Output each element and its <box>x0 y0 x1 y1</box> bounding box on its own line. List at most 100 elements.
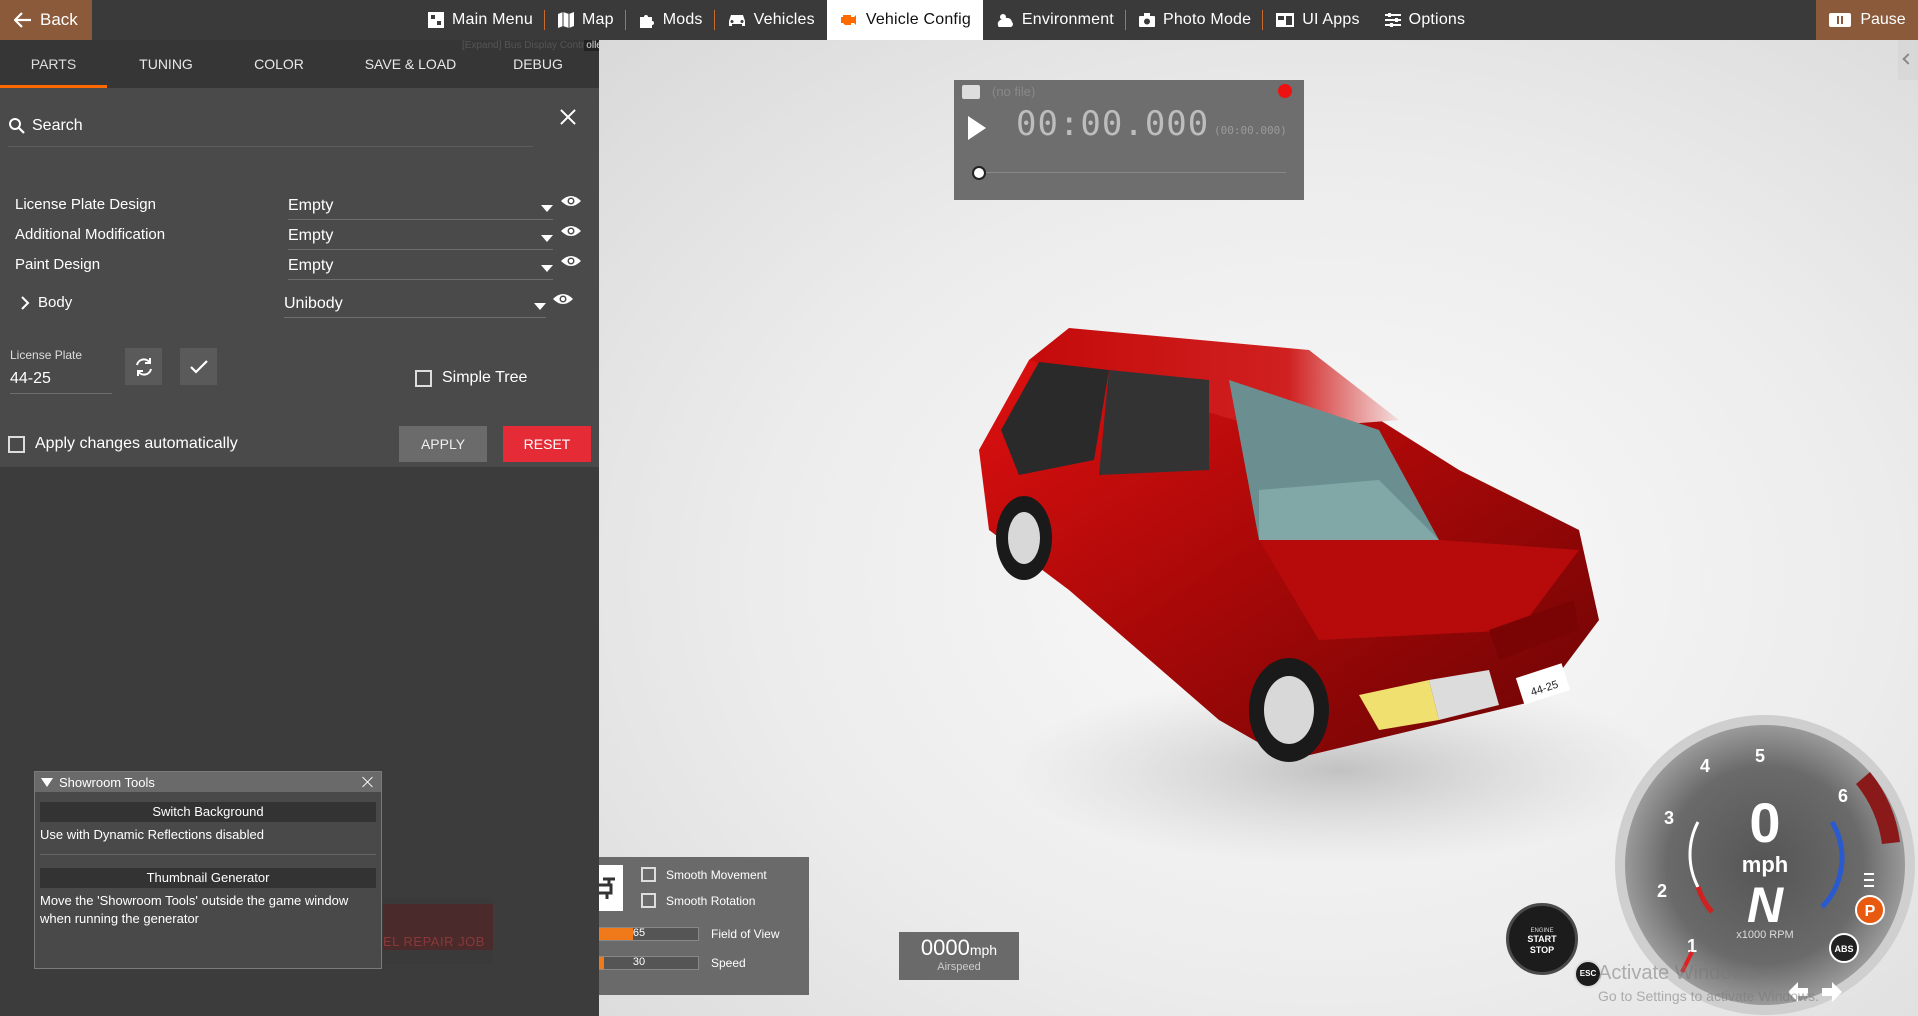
airspeed-widget: 0000mph Airspeed <box>899 932 1019 980</box>
replay-file-name: (no file) <box>992 84 1036 99</box>
tab-label: DEBUG <box>513 56 563 72</box>
tab-label: SAVE & LOAD <box>364 56 457 72</box>
refresh-icon <box>135 357 152 376</box>
car-icon <box>728 15 745 26</box>
tab-label: TUNING <box>139 56 193 72</box>
part-select[interactable]: Empty <box>288 252 553 280</box>
apply-auto-toggle[interactable]: Apply changes automatically <box>8 435 238 453</box>
tab-parts[interactable]: PARTS <box>0 40 107 88</box>
top-navigation-bar: Back Main Menu Map Mods Vehicles Vehicle… <box>0 0 1918 40</box>
nav-label: UI Apps <box>1302 11 1360 28</box>
folder-icon[interactable] <box>962 85 980 99</box>
part-value: Empty <box>288 257 334 274</box>
nav-vehicles[interactable]: Vehicles <box>715 0 827 40</box>
speed-value: 0 <box>1749 791 1780 854</box>
smooth-movement-toggle[interactable]: Smooth Movement <box>641 867 767 882</box>
engine-icon <box>840 15 856 25</box>
nav-label: Vehicles <box>753 11 815 28</box>
part-select[interactable]: Empty <box>288 222 553 250</box>
nav-map[interactable]: Map <box>545 0 626 40</box>
pause-button[interactable]: Pause <box>1816 0 1918 40</box>
simple-tree-checkbox[interactable] <box>415 369 432 387</box>
apply-auto-label: Apply changes automatically <box>35 435 238 452</box>
part-label: Additional Modification <box>15 226 166 243</box>
nav-ui-apps[interactable]: UI Apps <box>1263 0 1371 40</box>
config-tabs: PARTS TUNING COLOR SAVE & LOAD DEBUG [Ex… <box>0 40 608 88</box>
thumbnail-generator-button[interactable]: Thumbnail Generator <box>40 868 376 888</box>
part-row-body: Body Unibody <box>0 288 599 318</box>
nav-photo-mode[interactable]: Photo Mode <box>1126 0 1264 40</box>
confirm-plate-button[interactable] <box>180 348 217 385</box>
switch-background-button[interactable]: Switch Background <box>40 802 376 822</box>
main-nav: Main Menu Map Mods Vehicles Vehicle Conf… <box>415 0 1477 40</box>
close-search-icon[interactable] <box>557 107 579 129</box>
chevron-down-icon <box>541 235 553 242</box>
pause-icon <box>1829 13 1852 27</box>
reset-button[interactable]: RESET <box>503 426 591 462</box>
simple-tree-toggle[interactable]: Simple Tree <box>415 369 527 387</box>
showroom-title-bar[interactable]: Showroom Tools <box>35 772 381 792</box>
pause-label: Pause <box>1860 11 1906 28</box>
play-icon[interactable] <box>968 116 986 140</box>
vehicle-render: 44-25 <box>979 328 1659 865</box>
simple-tree-label: Simple Tree <box>442 369 528 386</box>
nav-vehicle-config[interactable]: Vehicle Config <box>826 0 983 40</box>
part-select[interactable]: Unibody <box>284 290 546 318</box>
camera-drone-icon[interactable] <box>599 865 623 911</box>
gear-indicator: N <box>1747 877 1784 933</box>
randomize-plate-button[interactable] <box>125 348 162 385</box>
airspeed-value: 0000 <box>920 935 970 960</box>
close-icon[interactable] <box>361 775 375 789</box>
smooth-movement-label: Smooth Movement <box>666 867 767 882</box>
part-value: Empty <box>288 197 334 214</box>
record-button[interactable] <box>1278 84 1292 98</box>
nav-mods[interactable]: Mods <box>626 0 715 40</box>
showroom-title: Showroom Tools <box>59 774 155 790</box>
back-button[interactable]: Back <box>0 0 92 40</box>
part-label: Paint Design <box>15 256 101 273</box>
tab-tuning[interactable]: TUNING <box>107 40 225 88</box>
engine-start-stop-button[interactable]: ENGINE START STOP <box>1506 903 1578 975</box>
eye-icon[interactable] <box>560 194 582 208</box>
apply-auto-checkbox[interactable] <box>8 435 25 453</box>
nav-main-menu[interactable]: Main Menu <box>415 0 545 40</box>
collapse-handle[interactable] <box>1898 40 1918 80</box>
speed-unit: mph <box>1742 852 1788 877</box>
eye-icon[interactable] <box>552 292 574 306</box>
start-label: START <box>1527 934 1557 944</box>
camera-settings-widget: Smooth Movement Smooth Rotation 65 Field… <box>599 857 809 995</box>
tick-label: 6 <box>1838 786 1848 806</box>
part-value: Unibody <box>284 295 343 312</box>
thumbnail-generator-hint: Move the 'Showroom Tools' outside the ga… <box>40 893 349 926</box>
replay-scrubber[interactable] <box>976 172 1286 173</box>
windows-activation-subtitle: Go to Settings to activate Windows. <box>1598 988 1819 1004</box>
part-select[interactable]: Empty <box>288 192 553 220</box>
license-plate-input[interactable]: 44-25 <box>10 366 112 394</box>
speed-label: Speed <box>711 956 746 970</box>
apply-button[interactable]: APPLY <box>399 426 487 462</box>
back-label: Back <box>40 10 78 29</box>
nav-label: Vehicle Config <box>865 11 971 28</box>
tab-color[interactable]: COLOR <box>225 40 333 88</box>
fov-slider[interactable]: 65 <box>599 927 699 941</box>
smooth-movement-checkbox[interactable] <box>641 867 656 882</box>
nav-label: Main Menu <box>452 11 533 28</box>
part-label: Body <box>38 294 73 311</box>
chevron-right-icon[interactable] <box>20 296 30 310</box>
nav-environment[interactable]: Environment <box>983 0 1126 40</box>
repair-job-button[interactable]: EL REPAIR JOB <box>383 898 493 964</box>
smooth-rotation-toggle[interactable]: Smooth Rotation <box>641 893 755 908</box>
part-label: License Plate Design <box>15 196 156 213</box>
nav-options[interactable]: Options <box>1372 0 1478 40</box>
tick-label: 2 <box>1657 881 1667 901</box>
search-input[interactable]: Search <box>8 105 533 147</box>
speed-slider[interactable]: 30 <box>599 956 699 970</box>
smooth-rotation-checkbox[interactable] <box>641 893 656 908</box>
replay-scrubber-handle[interactable] <box>972 166 986 180</box>
collapse-triangle-icon[interactable] <box>41 777 53 787</box>
eye-icon[interactable] <box>560 254 582 268</box>
tick-label: 3 <box>1664 808 1674 828</box>
part-row-license-plate-design: License Plate Design Empty <box>0 190 599 220</box>
eye-icon[interactable] <box>560 224 582 238</box>
weather-icon <box>997 14 1013 27</box>
